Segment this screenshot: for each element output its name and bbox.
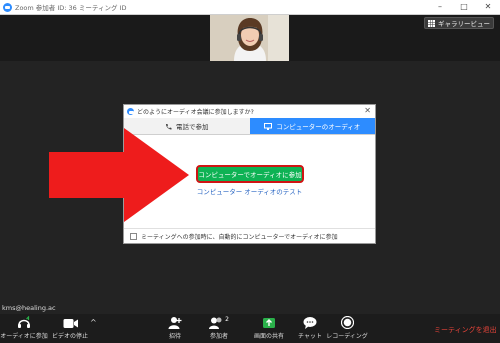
- grid-icon: [428, 19, 435, 27]
- tab-computer-audio[interactable]: コンピューターのオーディオ: [249, 118, 375, 134]
- participants-button[interactable]: 2 参加者: [198, 316, 240, 340]
- stop-video-label: ビデオの停止: [51, 333, 88, 340]
- invite-label: 招待: [168, 333, 181, 340]
- chat-label: チャット: [298, 333, 322, 340]
- record-label: レコーディング: [326, 333, 368, 340]
- record-button[interactable]: レコーディング: [326, 316, 368, 340]
- minimize-button[interactable]: –: [428, 0, 452, 14]
- invite-button[interactable]: 招待: [154, 316, 196, 340]
- video-camera-icon: [63, 319, 78, 328]
- chat-icon: [303, 317, 317, 329]
- join-with-computer-audio-button[interactable]: コンピューターでオーディオに参加: [196, 165, 304, 183]
- tab-computer-audio-label: コンピューターのオーディオ: [276, 123, 361, 131]
- red-arrow-pointer: [49, 128, 189, 222]
- chat-button[interactable]: チャット: [289, 316, 331, 340]
- gallery-view-label: ギャラリービュー: [438, 20, 490, 28]
- stop-video-button[interactable]: ビデオの停止: [49, 316, 91, 340]
- participant-video-thumbnail[interactable]: [210, 15, 289, 61]
- dialog-title: どのようにオーディオ会議に参加しますか?: [137, 109, 254, 116]
- dialog-close-button[interactable]: ✕: [364, 106, 371, 115]
- share-screen-button[interactable]: 画面の共有: [248, 316, 290, 340]
- join-audio-label: オーディオに参加: [0, 333, 48, 340]
- zoom-app-icon: [3, 2, 12, 12]
- close-window-button[interactable]: ✕: [476, 0, 500, 14]
- participant-person-image: [210, 15, 289, 61]
- participant-count: 2: [225, 316, 229, 323]
- auto-join-label: ミーティングへの参加時に、自動的にコンピューターでオーディオに参加: [141, 233, 338, 241]
- window-title-bar: Zoom 参加者 ID: 36 ミーティング ID – □ ✕: [0, 0, 500, 15]
- join-audio-button[interactable]: オーディオに参加: [0, 316, 48, 340]
- zoom-small-icon: [127, 108, 134, 115]
- share-screen-label: 画面の共有: [253, 333, 284, 340]
- record-icon: [340, 316, 354, 329]
- leave-meeting-button[interactable]: ミーティングを退出: [434, 325, 497, 335]
- video-options-chevron-icon[interactable]: ^: [90, 318, 97, 327]
- participants-label: 参加者: [209, 333, 228, 340]
- dialog-footer: ミーティングへの参加時に、自動的にコンピューターでオーディオに参加: [124, 228, 375, 243]
- dialog-title-bar: どのようにオーディオ会議に参加しますか?: [124, 105, 375, 118]
- window-title: Zoom 参加者 ID: 36 ミーティング ID: [15, 4, 127, 12]
- participants-icon: [209, 317, 222, 329]
- maximize-button[interactable]: □: [452, 0, 476, 14]
- monitor-icon: [264, 122, 273, 130]
- gallery-view-button[interactable]: ギャラリービュー: [424, 17, 494, 29]
- share-screen-icon: [263, 318, 275, 328]
- headphones-icon: [18, 316, 30, 328]
- self-username: kms@healing.ac: [2, 304, 56, 312]
- invite-icon: [168, 317, 182, 329]
- auto-join-checkbox[interactable]: [130, 232, 137, 240]
